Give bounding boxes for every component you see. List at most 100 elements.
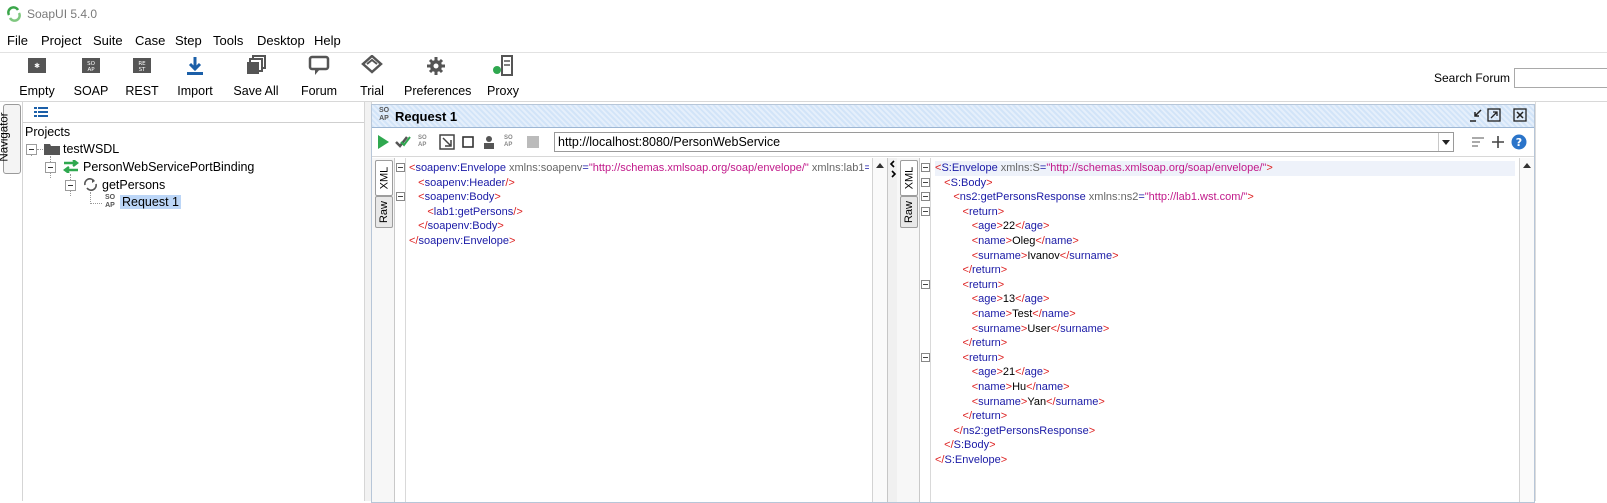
tab-xml[interactable]: XML <box>900 160 918 196</box>
fold-toggle[interactable] <box>396 192 405 201</box>
collapse-toggle[interactable] <box>26 144 37 155</box>
proxy-button[interactable]: Proxy <box>485 55 521 99</box>
collapse-arrows-icon[interactable] <box>889 160 897 180</box>
request-xml[interactable]: <soapenv:Envelope xmlns:soapenv="http://… <box>409 161 869 249</box>
search-forum-label: Search Forum <box>1434 71 1511 85</box>
maximize-icon[interactable] <box>1487 108 1501 122</box>
empty-button[interactable]: ✱ Empty <box>16 55 58 99</box>
proxy-label: Proxy <box>487 84 519 98</box>
tree-view-icon[interactable] <box>34 106 48 118</box>
code-token: > <box>1000 337 1008 350</box>
cancel-icon[interactable] <box>525 134 541 150</box>
run-icon[interactable] <box>375 134 391 150</box>
menu-case[interactable]: Case <box>135 33 165 48</box>
menu-tools[interactable]: Tools <box>213 33 243 48</box>
navigator-tab[interactable]: Navigator <box>0 104 21 174</box>
tab-raw[interactable]: Raw <box>375 196 393 228</box>
close-icon[interactable] <box>1513 108 1527 122</box>
collapse-toggle[interactable] <box>45 162 56 173</box>
response-scrollbar[interactable] <box>1519 158 1534 502</box>
response-gutter <box>920 158 931 502</box>
menu-step[interactable]: Step <box>175 33 202 48</box>
code-token: </ <box>962 264 972 277</box>
save-all-icon <box>247 55 266 74</box>
fold-toggle[interactable] <box>921 207 930 216</box>
code-token: > <box>1266 162 1273 174</box>
minimize-icon[interactable] <box>1469 108 1483 122</box>
forum-button[interactable]: Forum <box>299 55 339 99</box>
tab-xml-label: XML <box>903 166 916 190</box>
trial-button[interactable]: Trial <box>355 55 389 99</box>
code-line: <soapenv:Header/> <box>409 176 869 191</box>
stop-icon[interactable] <box>460 134 476 150</box>
tab-raw-label: Raw <box>378 200 391 224</box>
collapse-toggle[interactable] <box>65 180 76 191</box>
fold-toggle[interactable] <box>921 280 930 289</box>
code-token: S:Envelope <box>944 453 1001 466</box>
request-scrollbar[interactable] <box>872 158 887 502</box>
add-icon[interactable] <box>1490 134 1506 150</box>
fold-toggle[interactable] <box>921 163 930 172</box>
help-icon[interactable]: ? <box>1511 134 1527 150</box>
menu-file[interactable]: File <box>7 33 28 48</box>
menu-suite[interactable]: Suite <box>93 33 123 48</box>
preferences-button[interactable]: Preferences <box>404 55 472 99</box>
response-xml[interactable]: <S:Envelope xmlns:S="http://schemas.xmls… <box>935 161 1515 467</box>
code-token: age <box>1024 220 1044 233</box>
soap-button[interactable]: SO AP SOAP <box>71 55 111 99</box>
tab-raw[interactable]: Raw <box>900 196 918 228</box>
code-token: return <box>972 410 1001 423</box>
code-token: name <box>1044 234 1073 247</box>
code-token: > <box>997 205 1005 218</box>
import-button[interactable]: Import <box>175 55 215 99</box>
tree-node-getpersons[interactable]: getPersons <box>102 178 165 192</box>
menu-desktop[interactable]: Desktop <box>257 33 305 48</box>
desktop-scrollbar[interactable] <box>1535 102 1550 501</box>
tree-node-testwsdl[interactable]: testWSDL <box>63 142 119 156</box>
preferences-label: Preferences <box>404 84 472 98</box>
tab-xml[interactable]: XML <box>375 160 393 196</box>
code-token: > <box>1098 395 1105 408</box>
search-forum-input[interactable] <box>1514 68 1607 88</box>
import-icon <box>187 57 203 75</box>
menu-help[interactable]: Help <box>314 33 341 48</box>
fold-toggle[interactable] <box>921 353 930 362</box>
edit-endpoint-icon[interactable] <box>1470 134 1486 150</box>
folder-icon <box>44 144 60 155</box>
soap-project-icon: SOAP <box>82 58 100 73</box>
soap-options-icon[interactable]: SO AP <box>504 135 513 149</box>
tree-node-binding[interactable]: PersonWebServicePortBinding <box>83 160 254 174</box>
project-tree: Projects testWSDL PersonWebServicePortBi… <box>23 102 364 501</box>
code-token: > <box>1088 424 1096 437</box>
fold-toggle[interactable] <box>921 192 930 201</box>
fold-toggle[interactable] <box>396 163 405 172</box>
save-all-button[interactable]: Save All <box>233 55 279 99</box>
request-title-bar: SO AP Request 1 <box>372 105 1534 128</box>
navigator-tab-label: Navigator <box>0 112 11 162</box>
code-token: </ <box>1015 293 1025 306</box>
menu-bar: File Project Suite Case Step Tools Deskt… <box>0 31 1607 51</box>
chevron-down-icon[interactable] <box>1438 133 1453 151</box>
code-line: <return> <box>935 278 1515 293</box>
validate-icon[interactable] <box>395 134 411 150</box>
tree-node-request-1[interactable]: Request 1 <box>120 195 181 209</box>
endpoint-select[interactable]: http://localhost:8080/PersonWebService <box>554 132 1454 152</box>
rest-label: REST <box>125 84 159 98</box>
soap-version-icon[interactable]: SO AP <box>418 135 427 149</box>
soapui-logo-icon <box>7 6 21 22</box>
trial-label: Trial <box>360 84 384 98</box>
fold-toggle[interactable] <box>921 178 930 187</box>
menu-project[interactable]: Project <box>41 33 81 48</box>
format-icon[interactable] <box>439 134 455 150</box>
projects-root: Projects <box>25 125 71 139</box>
code-token: Ivanov <box>1027 249 1060 262</box>
user-icon[interactable] <box>481 134 497 150</box>
rest-button[interactable]: RE ST REST <box>122 55 162 99</box>
